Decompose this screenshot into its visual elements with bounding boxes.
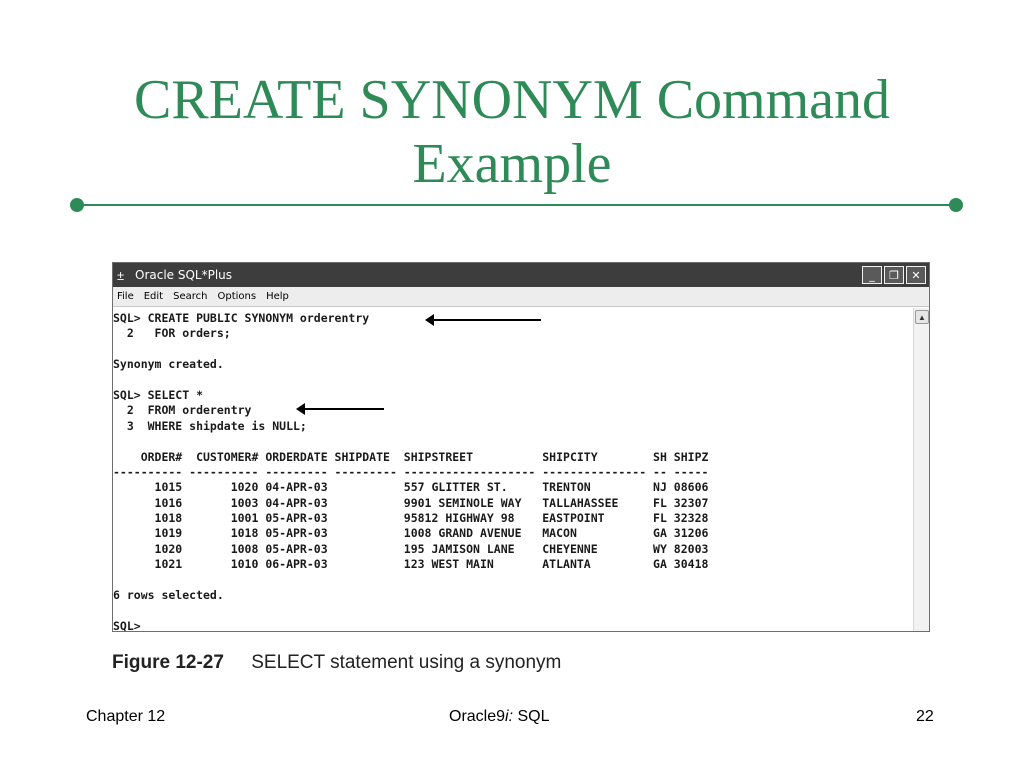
console-line: 1015 1020 04-APR-03 557 GLITTER ST. TREN… bbox=[113, 480, 709, 495]
close-button[interactable]: ✕ bbox=[906, 266, 926, 284]
console-line: 3 WHERE shipdate is NULL; bbox=[113, 418, 307, 433]
console-line: ORDER# CUSTOMER# ORDERDATE SHIPDATE SHIP… bbox=[113, 449, 709, 464]
title-rule-right-dot bbox=[949, 198, 963, 212]
minimize-button[interactable]: _ bbox=[862, 266, 882, 284]
arrow-pointer-from-orderentry bbox=[296, 403, 384, 415]
close-icon: ✕ bbox=[911, 268, 921, 282]
menu-bar: File Edit Search Options Help bbox=[113, 287, 929, 307]
console-line: 2 FOR orders; bbox=[113, 326, 231, 341]
console-line: 1016 1003 04-APR-03 9901 SEMINOLE WAY TA… bbox=[113, 495, 709, 510]
arrowhead-left-icon bbox=[296, 403, 305, 415]
console-line: SQL> SELECT * bbox=[113, 387, 204, 402]
footer-book-italic: i: bbox=[505, 708, 514, 725]
arrowhead-left-icon bbox=[425, 314, 434, 326]
console-output[interactable]: SQL> CREATE PUBLIC SYNONYM orderentry 2 … bbox=[113, 308, 915, 632]
footer-chapter: Chapter 12 bbox=[86, 708, 166, 725]
vertical-scrollbar[interactable]: ▲ bbox=[913, 308, 929, 631]
restore-icon: ❐ bbox=[889, 268, 899, 282]
footer-book-title: Oracle9i: SQL bbox=[449, 708, 550, 726]
figure-caption: Figure 12-27 SELECT statement using a sy… bbox=[112, 652, 561, 674]
slide-title: CREATE SYNONYM Command Example bbox=[60, 68, 964, 196]
chevron-up-icon: ▲ bbox=[918, 312, 926, 322]
console-line: ---------- ---------- --------- --------… bbox=[113, 464, 709, 479]
menu-options[interactable]: Options bbox=[217, 291, 256, 302]
footer-book-prefix: Oracle9 bbox=[449, 708, 506, 725]
menu-search[interactable]: Search bbox=[173, 291, 207, 302]
footer-page-number: 22 bbox=[916, 708, 934, 725]
menu-file[interactable]: File bbox=[117, 291, 134, 302]
figure-number: Figure 12-27 bbox=[112, 652, 224, 673]
arrow-pointer-create-synonym bbox=[425, 314, 541, 326]
slide-title-line-2: Example bbox=[412, 133, 612, 195]
restore-button[interactable]: ❐ bbox=[884, 266, 904, 284]
console-line: 1021 1010 06-APR-03 123 WEST MAIN ATLANT… bbox=[113, 557, 709, 572]
console-line: 1019 1018 05-APR-03 1008 GRAND AVENUE MA… bbox=[113, 526, 709, 541]
console-line: 2 FROM orderentry bbox=[113, 403, 252, 418]
sqlplus-app-icon: ± bbox=[117, 267, 125, 283]
sqlplus-window: ± Oracle SQL*Plus _ ❐ ✕ File Edit Search… bbox=[112, 262, 930, 632]
console-line: 1018 1001 05-APR-03 95812 HIGHWAY 98 EAS… bbox=[113, 511, 709, 526]
console-line: SQL> bbox=[113, 618, 141, 632]
title-divider bbox=[78, 204, 956, 206]
console-line: 6 rows selected. bbox=[113, 588, 224, 603]
slide-title-line-1: CREATE SYNONYM Command bbox=[133, 69, 891, 131]
minimize-icon: _ bbox=[869, 268, 875, 282]
window-titlebar[interactable]: ± Oracle SQL*Plus _ ❐ ✕ bbox=[113, 263, 929, 287]
footer-book-suffix: SQL bbox=[513, 708, 550, 725]
scroll-up-button[interactable]: ▲ bbox=[915, 310, 929, 324]
console-line: 1020 1008 05-APR-03 195 JAMISON LANE CHE… bbox=[113, 541, 709, 556]
menu-help[interactable]: Help bbox=[266, 291, 289, 302]
window-title: Oracle SQL*Plus bbox=[135, 268, 233, 282]
menu-edit[interactable]: Edit bbox=[144, 291, 163, 302]
console-line: Synonym created. bbox=[113, 357, 224, 372]
figure-caption-text: SELECT statement using a synonym bbox=[251, 652, 562, 673]
